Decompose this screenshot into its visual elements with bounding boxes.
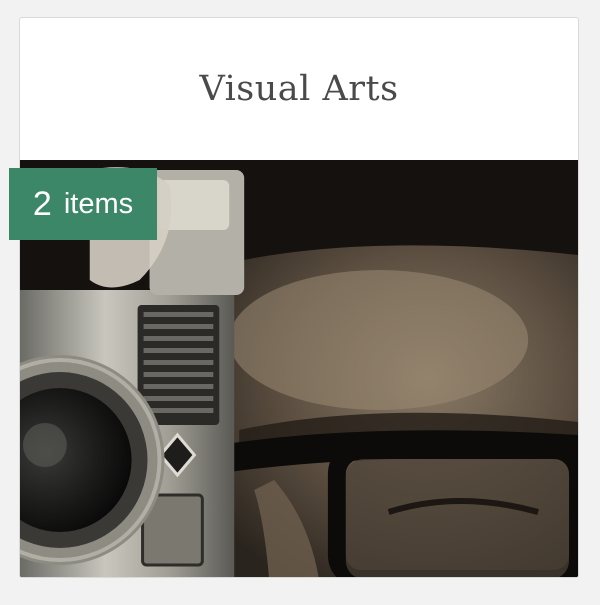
item-count-label: items: [63, 187, 134, 220]
category-card-visual-arts[interactable]: Visual Arts: [19, 17, 579, 578]
card-title[interactable]: Visual Arts: [20, 18, 578, 160]
item-count-badge: 2 items: [9, 168, 157, 240]
item-count-number: 2: [32, 184, 52, 223]
